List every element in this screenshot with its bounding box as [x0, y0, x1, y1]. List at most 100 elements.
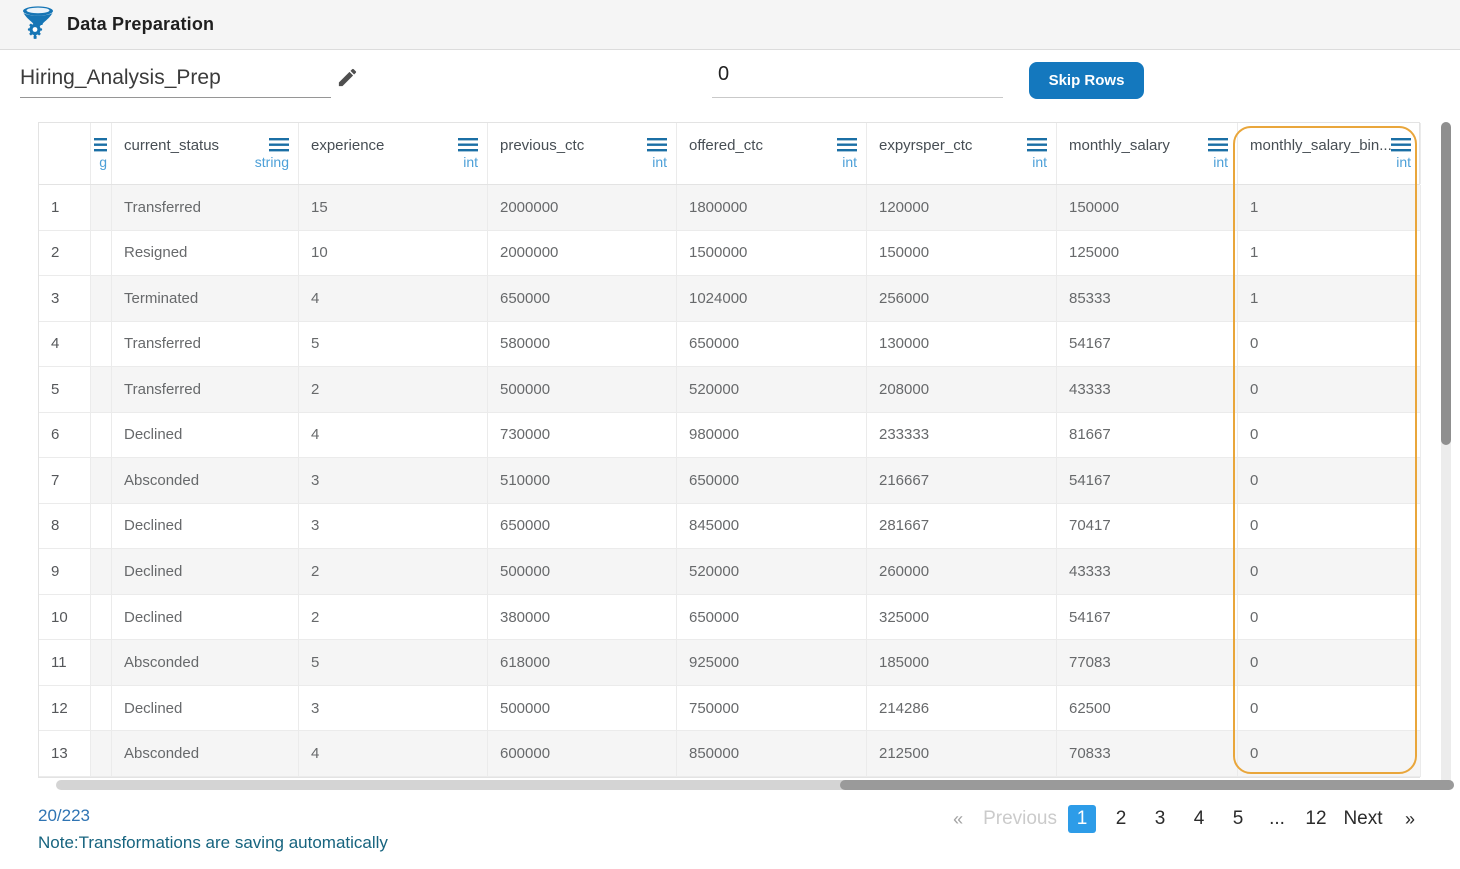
column-type-label: string — [254, 154, 289, 170]
table-cell-expyrsper_ctc: 214286 — [867, 685, 1057, 732]
table-body: 1 Transferred 15 2000000 1800000 120000 150000… — [39, 185, 1421, 777]
table-row: 5 Transferred 2 500000 520000 208000 43333 0 — [39, 367, 1421, 413]
pencil-icon — [336, 68, 359, 92]
row-number-cell: 8 — [39, 503, 91, 550]
table-cell-monthly_salary_bin: 0 — [1238, 549, 1421, 595]
table-cell-monthly_salary_bin: 0 — [1238, 367, 1421, 413]
table-cell-experience: 2 — [299, 367, 488, 413]
table-cell-experience: 3 — [299, 503, 488, 550]
table-row: 2 Resigned 10 2000000 1500000 150000 125000 1 — [39, 230, 1421, 277]
data-table: g current_status string experience int previo… — [38, 122, 1421, 778]
pagination-page-3[interactable]: 3 — [1146, 805, 1174, 833]
table-cell-expyrsper_ctc: 281667 — [867, 503, 1057, 550]
column-type-label: int — [1213, 154, 1228, 170]
column-header-current_status[interactable]: current_status string — [112, 123, 299, 184]
table-cell-expyrsper_ctc: 325000 — [867, 594, 1057, 641]
data-prep-funnel-logo-icon — [20, 4, 56, 45]
table-cell-monthly_salary_bin: 0 — [1238, 321, 1421, 368]
table-cell-previous_ctc: 580000 — [488, 321, 677, 368]
table-cell-experience: 2 — [299, 549, 488, 595]
table-cell-current_status: Absconded — [112, 458, 299, 504]
table-cell-expyrsper_ctc: 185000 — [867, 640, 1057, 686]
column-header-experience[interactable]: experience int — [299, 123, 488, 184]
pagination-page-1[interactable]: 1 — [1068, 805, 1096, 833]
table-cell-experience: 5 — [299, 321, 488, 368]
dataset-name-field[interactable]: Hiring_Analysis_Prep — [20, 62, 331, 98]
table-cell-current_status: Declined — [112, 594, 299, 641]
table-cell-offered_ctc: 650000 — [677, 321, 867, 368]
clipped-column-cell — [91, 640, 112, 686]
table-cell-offered_ctc: 1024000 — [677, 276, 867, 322]
horizontal-scrollbar-thumb[interactable] — [840, 780, 1454, 790]
table-cell-current_status: Absconded — [112, 731, 299, 777]
table-cell-monthly_salary_bin: 1 — [1238, 276, 1421, 322]
table-cell-offered_ctc: 520000 — [677, 367, 867, 413]
row-number-cell: 11 — [39, 640, 91, 686]
table-cell-previous_ctc: 2000000 — [488, 230, 677, 277]
column-type-label: int — [652, 154, 667, 170]
table-cell-offered_ctc: 650000 — [677, 594, 867, 641]
pagination-previous[interactable]: Previous — [983, 805, 1057, 833]
skip-rows-button[interactable]: Skip Rows — [1029, 62, 1144, 99]
table-cell-offered_ctc: 1500000 — [677, 230, 867, 277]
pagination-page-2[interactable]: 2 — [1107, 805, 1135, 833]
table-cell-offered_ctc: 980000 — [677, 412, 867, 459]
table-cell-monthly_salary: 70833 — [1057, 731, 1238, 777]
page-title: Data Preparation — [67, 14, 215, 34]
clipped-column-cell — [91, 367, 112, 413]
table-cell-monthly_salary_bin: 0 — [1238, 685, 1421, 732]
table-cell-experience: 3 — [299, 685, 488, 732]
vertical-scrollbar[interactable] — [1441, 122, 1451, 789]
table-cell-offered_ctc: 750000 — [677, 685, 867, 732]
row-number-cell: 4 — [39, 321, 91, 368]
skip-rows-input[interactable] — [712, 60, 1003, 98]
pagination-page-5[interactable]: 5 — [1224, 805, 1252, 833]
pagination-last-arrow[interactable]: » — [1396, 805, 1424, 833]
table-row: 10 Declined 2 380000 650000 325000 54167 0 — [39, 594, 1421, 641]
table-row: 8 Declined 3 650000 845000 281667 70417 0 — [39, 503, 1421, 550]
clipped-column-cell — [91, 185, 112, 231]
table-cell-previous_ctc: 2000000 — [488, 185, 677, 231]
clipped-column-cell — [91, 685, 112, 732]
pagination-page-12[interactable]: 12 — [1302, 805, 1330, 833]
table-cell-expyrsper_ctc: 208000 — [867, 367, 1057, 413]
table-cell-current_status: Declined — [112, 685, 299, 732]
table-cell-monthly_salary: 43333 — [1057, 367, 1238, 413]
table-cell-current_status: Transferred — [112, 185, 299, 231]
column-header-expyrsper_ctc[interactable]: expyrsper_ctc int — [867, 123, 1057, 184]
table-row: 1 Transferred 15 2000000 1800000 120000 150000… — [39, 185, 1421, 231]
clipped-column-cell — [91, 412, 112, 459]
clipped-column-header[interactable]: g — [91, 123, 112, 184]
row-number-cell: 2 — [39, 230, 91, 277]
table-cell-monthly_salary: 70417 — [1057, 503, 1238, 550]
app-header: Data Preparation — [0, 0, 1460, 50]
table-cell-offered_ctc: 520000 — [677, 549, 867, 595]
column-type-label: g — [99, 154, 107, 170]
table-cell-current_status: Absconded — [112, 640, 299, 686]
row-number-cell: 3 — [39, 276, 91, 322]
pagination-next[interactable]: Next — [1341, 805, 1385, 833]
column-header-offered_ctc[interactable]: offered_ctc int — [677, 123, 867, 184]
vertical-scrollbar-thumb[interactable] — [1441, 122, 1451, 445]
table-cell-expyrsper_ctc: 256000 — [867, 276, 1057, 322]
table-cell-current_status: Declined — [112, 503, 299, 550]
edit-dataset-name-button[interactable] — [334, 66, 360, 92]
clipped-column-cell — [91, 458, 112, 504]
pagination-page-4[interactable]: 4 — [1185, 805, 1213, 833]
table-cell-previous_ctc: 650000 — [488, 503, 677, 550]
table-cell-previous_ctc: 510000 — [488, 458, 677, 504]
pagination-first-arrow[interactable]: « — [944, 805, 972, 833]
table-row: 12 Declined 3 500000 750000 214286 62500 0 — [39, 685, 1421, 732]
column-header-monthly_salary_bin[interactable]: monthly_salary_bin... int — [1238, 123, 1421, 184]
column-header-monthly_salary[interactable]: monthly_salary int — [1057, 123, 1238, 184]
table-cell-monthly_salary: 62500 — [1057, 685, 1238, 732]
column-name: monthly_salary_bin... — [1250, 137, 1392, 154]
table-cell-offered_ctc: 925000 — [677, 640, 867, 686]
table-cell-monthly_salary: 85333 — [1057, 276, 1238, 322]
table-cell-previous_ctc: 730000 — [488, 412, 677, 459]
column-header-previous_ctc[interactable]: previous_ctc int — [488, 123, 677, 184]
table-cell-experience: 10 — [299, 230, 488, 277]
horizontal-scrollbar[interactable] — [56, 780, 1454, 790]
column-type-label: int — [463, 154, 478, 170]
table-cell-monthly_salary_bin: 0 — [1238, 458, 1421, 504]
